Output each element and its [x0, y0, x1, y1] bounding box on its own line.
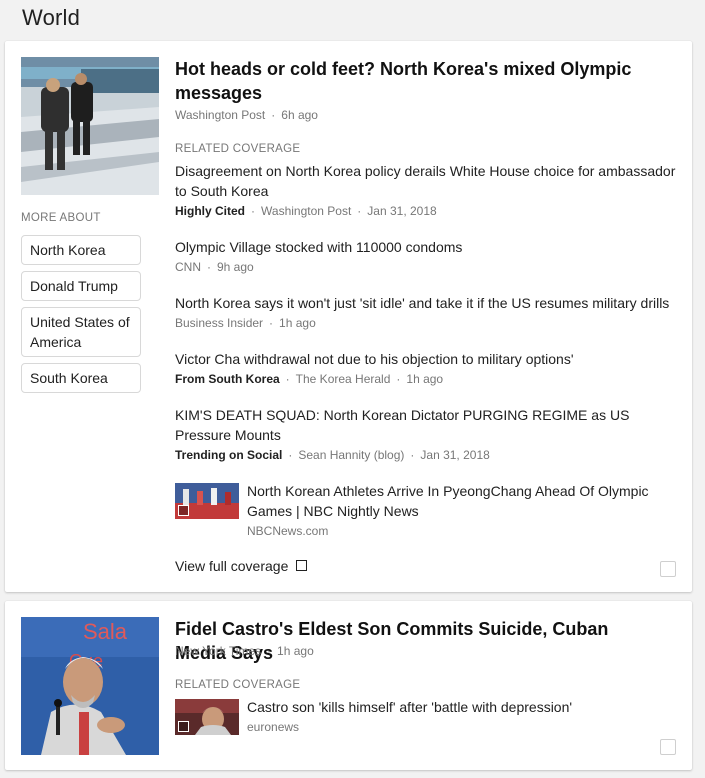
- related-coverage-label: RELATED COVERAGE: [175, 679, 301, 691]
- related-story-time: 1h ago: [406, 372, 444, 386]
- related-story-time: Jan 31, 2018: [367, 204, 437, 218]
- related-story-title[interactable]: Victor Cha withdrawal not due to his obj…: [175, 349, 680, 369]
- related-story-meta: CNN · 9h ago: [175, 260, 254, 274]
- topic-chip-north-korea[interactable]: North Korea: [21, 235, 141, 265]
- story-card: Sala Gue Fidel Castro's Eldest Son Commi…: [5, 601, 692, 770]
- related-story-time: 1h ago: [279, 316, 316, 330]
- related-story-title[interactable]: Disagreement on North Korea policy derai…: [175, 161, 680, 201]
- story-thumbnail[interactable]: Sala Gue: [21, 617, 159, 755]
- story-headline[interactable]: Hot heads or cold feet? North Korea's mi…: [175, 57, 645, 105]
- related-coverage-label: RELATED COVERAGE: [175, 143, 301, 155]
- view-full-coverage-label: View full coverage: [175, 558, 289, 574]
- card-options-checkbox[interactable]: [660, 561, 676, 577]
- topic-chip-united-states[interactable]: United States of America: [21, 307, 141, 357]
- related-story-title[interactable]: Olympic Village stocked with 110000 cond…: [175, 237, 680, 257]
- view-full-coverage-link[interactable]: View full coverage: [175, 558, 308, 574]
- story-source[interactable]: Washington Post: [175, 108, 265, 122]
- story-time: 1h ago: [277, 644, 314, 658]
- story-tag: From South Korea: [175, 372, 280, 386]
- related-story-meta: From South Korea · The Korea Herald · 1h ago: [175, 372, 444, 386]
- story-source[interactable]: New York Times: [175, 644, 261, 658]
- video-thumbnail[interactable]: [175, 483, 239, 519]
- video-source[interactable]: NBCNews.com: [247, 524, 328, 538]
- related-story-source[interactable]: Business Insider: [175, 316, 263, 330]
- video-source[interactable]: euronews: [247, 720, 299, 734]
- video-thumbnail[interactable]: [175, 699, 239, 735]
- topic-chip-donald-trump[interactable]: Donald Trump: [21, 271, 141, 301]
- play-icon: [178, 721, 189, 732]
- related-story-time: 9h ago: [217, 260, 254, 274]
- related-story-meta: Trending on Social · Sean Hannity (blog) · J…: [175, 448, 490, 462]
- full-coverage-icon: [296, 559, 308, 571]
- story-tag: Trending on Social: [175, 448, 283, 462]
- related-story-title[interactable]: KIM'S DEATH SQUAD: North Korean Dictator…: [175, 405, 680, 445]
- svg-text:Sala: Sala: [83, 619, 128, 644]
- related-story-source[interactable]: Sean Hannity (blog): [298, 448, 404, 462]
- related-story-meta: Highly Cited · Washington Post · Jan 31, 201…: [175, 204, 437, 218]
- story-meta: Washington Post · 6h ago: [175, 108, 318, 122]
- related-story-meta: Business Insider · 1h ago: [175, 316, 316, 330]
- related-story-time: Jan 31, 2018: [420, 448, 490, 462]
- play-icon: [178, 505, 189, 516]
- story-time: 6h ago: [281, 108, 318, 122]
- related-story-source[interactable]: Washington Post: [261, 204, 351, 218]
- related-story-source[interactable]: The Korea Herald: [296, 372, 391, 386]
- video-title[interactable]: Castro son 'kills himself' after 'battle…: [247, 697, 667, 717]
- section-title: World: [22, 5, 81, 30]
- related-story-source[interactable]: CNN: [175, 260, 201, 274]
- more-about-label: MORE ABOUT: [21, 212, 101, 224]
- video-title[interactable]: North Korean Athletes Arrive In PyeongCh…: [247, 481, 667, 521]
- story-card: MORE ABOUT North Korea Donald Trump Unit…: [5, 41, 692, 592]
- topic-chip-south-korea[interactable]: South Korea: [21, 363, 141, 393]
- card-options-checkbox[interactable]: [660, 739, 676, 755]
- story-tag: Highly Cited: [175, 204, 246, 218]
- story-thumbnail[interactable]: [21, 57, 159, 195]
- story-meta: New York Times · 1h ago: [175, 644, 314, 658]
- related-story-title[interactable]: North Korea says it won't just 'sit idle…: [175, 293, 680, 313]
